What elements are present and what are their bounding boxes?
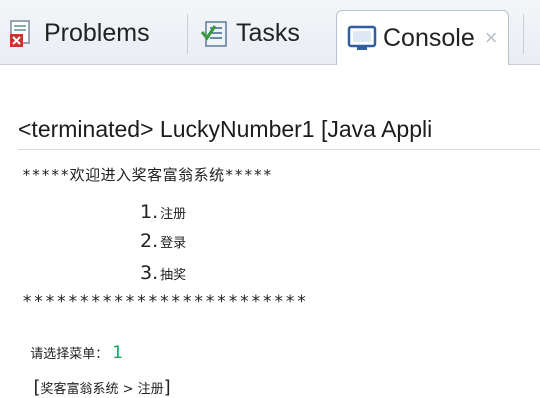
- status-text: 奖客富翁系统 > 注册: [40, 382, 164, 397]
- tab-problems-label: Problems: [44, 18, 150, 47]
- problems-icon: [8, 18, 38, 48]
- tab-separator: [187, 14, 188, 54]
- console-menu-item: 1. 注册: [140, 201, 186, 223]
- status-bracket-open: [: [33, 377, 41, 398]
- tab-console[interactable]: Console ×: [336, 10, 509, 65]
- view-tab-strip: Problems Tasks Console ×: [0, 0, 540, 65]
- tab-tasks[interactable]: Tasks: [200, 10, 300, 56]
- console-welcome-line: *****欢迎进入奖客富翁系统*****: [22, 166, 273, 184]
- close-icon[interactable]: ×: [485, 25, 498, 51]
- tasks-icon: [200, 18, 230, 48]
- menu-text: 登录: [160, 236, 187, 251]
- menu-text: 注册: [160, 207, 187, 222]
- console-menu-item: 3. 抽奖: [140, 262, 186, 284]
- tab-problems[interactable]: Problems: [8, 10, 150, 56]
- tab-separator: [523, 14, 524, 54]
- console-menu-item: 2. 登录: [140, 230, 186, 252]
- console-divider: [18, 149, 540, 150]
- tab-console-label: Console: [383, 23, 475, 52]
- menu-number: 1.: [140, 201, 159, 223]
- status-bracket-close: ]: [163, 377, 171, 398]
- tab-tasks-label: Tasks: [236, 18, 300, 47]
- console-separator-line: *************************: [22, 292, 308, 312]
- console-status-line: [奖客富翁系统 > 注册]: [22, 356, 171, 398]
- console-title: <terminated> LuckyNumber1 [Java Appli: [18, 116, 433, 142]
- menu-number: 3.: [140, 262, 159, 284]
- menu-text: 抽奖: [160, 268, 187, 283]
- console-icon: [347, 23, 377, 53]
- menu-number: 2.: [140, 230, 159, 252]
